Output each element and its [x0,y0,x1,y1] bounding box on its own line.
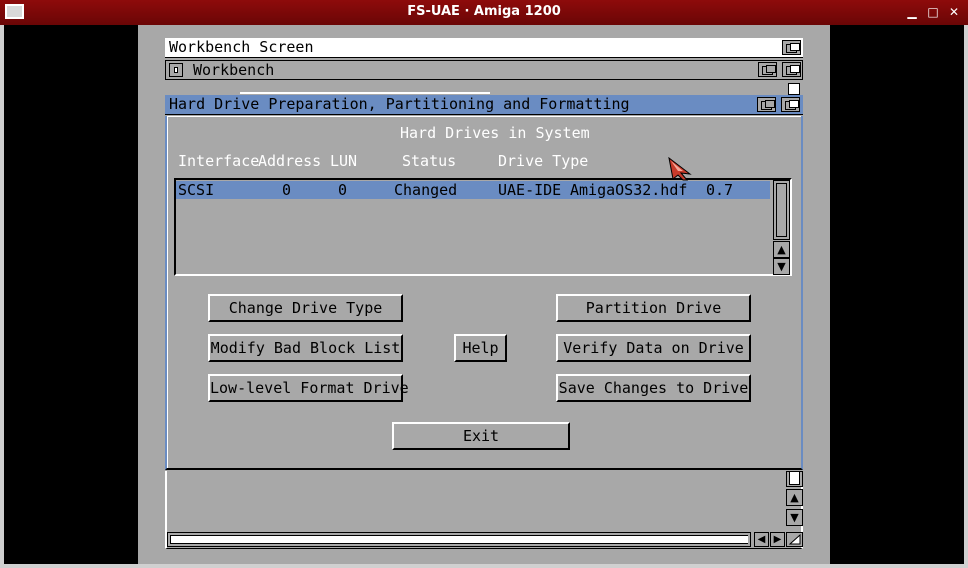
zoom-gadget-icon[interactable] [758,62,777,77]
save-changes-button[interactable]: Save Changes to Drive [556,374,751,402]
wb-left-icon[interactable]: ◀ [754,532,769,547]
partition-drive-button[interactable]: Partition Drive [556,294,751,322]
zoom-gadget-icon[interactable] [757,97,776,112]
resize-gadget-icon[interactable] [786,532,803,547]
close-icon[interactable]: ✕ [946,4,962,20]
wb-up-icon[interactable]: ▲ [786,489,803,506]
wb-down-icon[interactable]: ▼ [786,509,803,526]
table-row[interactable]: SCSI 0 0 Changed UAE-IDE AmigaOS32.hdf 0… [176,181,770,199]
workbench-titlebar: Workbench [165,60,803,80]
modify-bad-block-button[interactable]: Modify Bad Block List [208,334,403,362]
screen-title: Workbench Screen [169,38,314,56]
frame-bottom [0,564,968,568]
drive-lun: 0 [338,181,348,199]
drive-size: 0.7 [706,181,734,199]
col-drive-type: Drive Type [498,152,589,170]
screen-depth-icon[interactable] [782,40,801,55]
drive-status: Changed [394,181,458,199]
maximize-icon[interactable]: □ [925,4,941,20]
window-title: FS-UAE · Amiga 1200 [407,4,561,19]
drive-interface: SCSI [178,181,215,199]
host-titlebar: FS-UAE · Amiga 1200 ▁ □ ✕ [0,0,968,25]
wb-hscrollbar[interactable] [167,532,751,547]
screen-titlebar: Workbench Screen [165,38,803,58]
list-down-icon[interactable]: ▼ [773,258,790,275]
drive-file: AmigaOS32.hdf [570,181,688,199]
minimize-icon[interactable]: ▁ [904,4,920,20]
col-status: Status [402,152,457,170]
frame-right [964,25,968,568]
hdtoolbox-title: Hard Drive Preparation, Partitioning and… [169,95,630,113]
workbench-body [165,81,803,95]
help-button[interactable]: Help [454,334,507,362]
hdtoolbox-titlebar: Hard Drive Preparation, Partitioning and… [165,95,803,115]
col-lun: LUN [330,152,358,170]
col-address: Address [258,152,322,170]
exit-button[interactable]: Exit [392,422,570,450]
list-scrollbar[interactable] [773,180,790,240]
frame-left [0,25,4,568]
low-level-format-button[interactable]: Low-level Format Drive [208,374,409,402]
col-interface: Interface [178,152,260,170]
drive-address: 0 [282,181,292,199]
depth-gadget-icon[interactable] [782,62,801,77]
verify-data-button[interactable]: Verify Data on Drive [556,334,751,362]
wb-right-icon[interactable]: ▶ [770,532,785,547]
drive-type: UAE-IDE [498,181,562,199]
depth-gadget-icon[interactable] [781,97,800,112]
workbench-title: Workbench [193,61,275,79]
list-up-icon[interactable]: ▲ [773,241,790,258]
change-drive-type-button[interactable]: Change Drive Type [208,294,403,322]
mouse-pointer-icon [668,157,692,181]
close-gadget-icon[interactable] [169,63,183,77]
wb-scrollbar[interactable] [786,471,803,487]
drives-heading: Hard Drives in System [400,124,590,142]
